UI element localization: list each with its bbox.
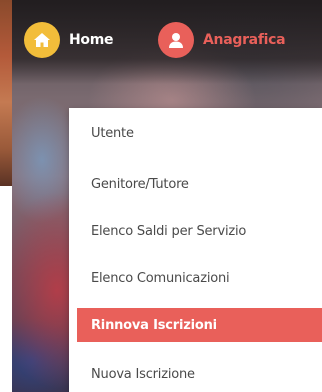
menu-item-elenco-saldi-per-servizio[interactable]: Elenco Saldi per Servizio xyxy=(77,214,322,248)
nav-anagrafica-label: Anagrafica xyxy=(203,32,286,48)
home-icon xyxy=(24,22,60,58)
nav-home-label: Home xyxy=(69,32,114,48)
screen: Home Anagrafica Utente Genitore/Tutore E… xyxy=(0,0,322,392)
user-icon xyxy=(158,22,194,58)
menu-item-nuova-iscrizione[interactable]: Nuova Iscrizione xyxy=(77,357,322,391)
menu-item-rinnova-iscrizioni[interactable]: Rinnova Iscrizioni xyxy=(77,308,322,342)
menu-item-utente[interactable]: Utente xyxy=(77,116,322,150)
background-photo-edge xyxy=(0,0,12,186)
menu-item-genitore-tutore[interactable]: Genitore/Tutore xyxy=(77,167,322,201)
nav-home[interactable]: Home xyxy=(24,22,114,58)
menu-item-elenco-comunicazioni[interactable]: Elenco Comunicazioni xyxy=(77,261,322,295)
nav-anagrafica[interactable]: Anagrafica xyxy=(158,22,286,58)
anagrafica-dropdown-menu: Utente Genitore/Tutore Elenco Saldi per … xyxy=(69,108,322,392)
